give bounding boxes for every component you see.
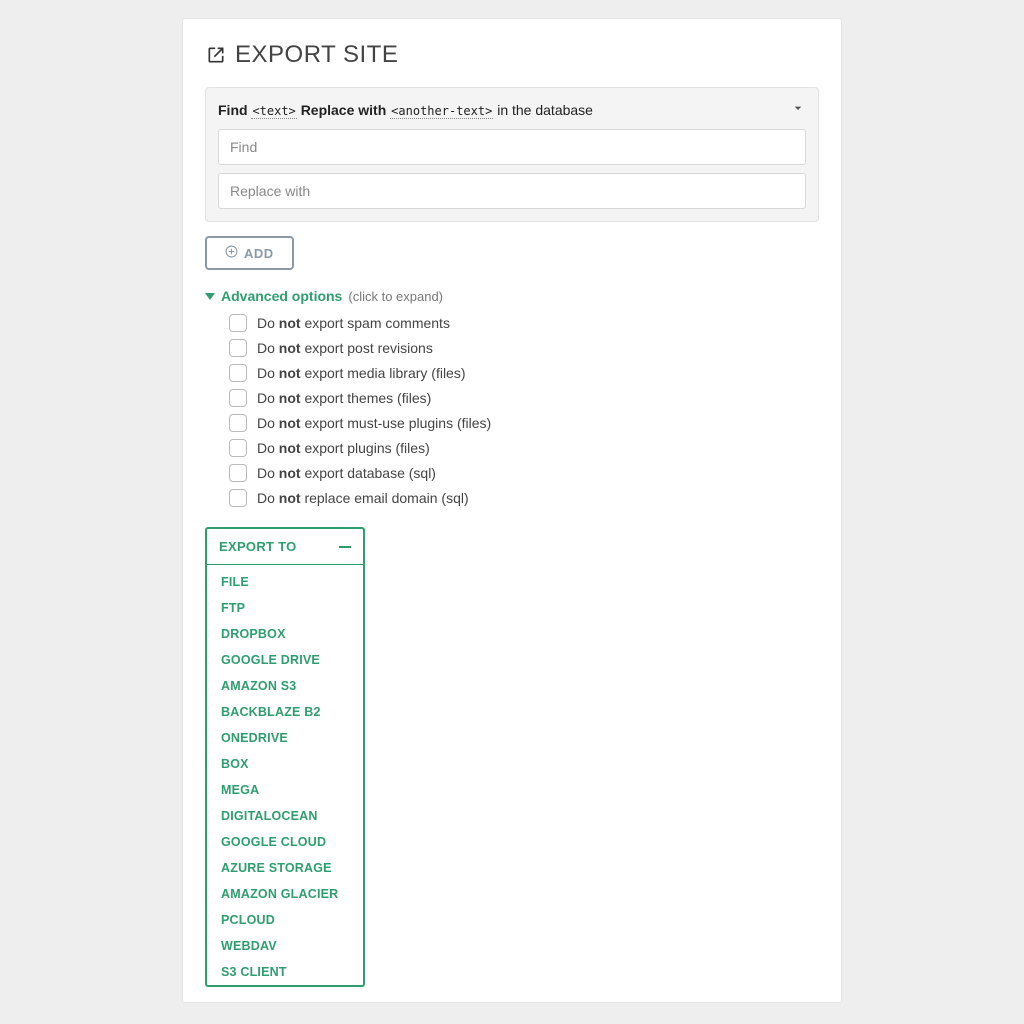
advanced-option: Do not export themes (files) <box>229 389 819 407</box>
export-destination[interactable]: FILE <box>207 569 363 595</box>
export-to-header[interactable]: EXPORT TO <box>207 529 363 565</box>
plus-circle-icon <box>225 245 238 261</box>
advanced-options-list: Do not export spam comments Do not export… <box>229 314 819 507</box>
export-destination[interactable]: MEGA <box>207 777 363 803</box>
option-label: Do not export plugins (files) <box>257 440 430 456</box>
advanced-option: Do not export plugins (files) <box>229 439 819 457</box>
replace-input[interactable] <box>218 173 806 209</box>
checkbox[interactable] <box>229 339 247 357</box>
export-to-panel: EXPORT TO FILEFTPDROPBOXGOOGLE DRIVEAMAZ… <box>205 527 365 987</box>
page-title-row: EXPORT SITE <box>205 41 819 69</box>
chevron-down-icon[interactable] <box>790 100 806 119</box>
export-destination[interactable]: PCLOUD <box>207 907 363 933</box>
export-destination[interactable]: BACKBLAZE B2 <box>207 699 363 725</box>
export-destination[interactable]: ONEDRIVE <box>207 725 363 751</box>
minus-icon <box>339 546 351 548</box>
export-to-heading: EXPORT TO <box>219 539 297 554</box>
checkbox[interactable] <box>229 439 247 457</box>
find-replace-label: Find <text> Replace with <another-text> … <box>218 102 593 118</box>
page-title: EXPORT SITE <box>235 41 398 69</box>
export-destination[interactable]: S3 CLIENT <box>207 959 363 985</box>
checkbox[interactable] <box>229 414 247 432</box>
export-destination[interactable]: AMAZON GLACIER <box>207 881 363 907</box>
export-icon <box>205 45 227 65</box>
advanced-option: Do not export must-use plugins (files) <box>229 414 819 432</box>
advanced-option: Do not export database (sql) <box>229 464 819 482</box>
option-label: Do not export spam comments <box>257 315 450 331</box>
advanced-options-hint: (click to expand) <box>348 289 443 304</box>
checkbox[interactable] <box>229 389 247 407</box>
export-destination[interactable]: WEBDAV <box>207 933 363 959</box>
export-destination[interactable]: BOX <box>207 751 363 777</box>
export-destination[interactable]: AMAZON S3 <box>207 673 363 699</box>
export-destination[interactable]: DROPBOX <box>207 621 363 647</box>
find-replace-box: Find <text> Replace with <another-text> … <box>205 87 819 222</box>
export-destination[interactable]: FTP <box>207 595 363 621</box>
checkbox[interactable] <box>229 364 247 382</box>
option-label: Do not replace email domain (sql) <box>257 490 469 506</box>
option-label: Do not export themes (files) <box>257 390 431 406</box>
export-destination[interactable]: DIGITALOCEAN <box>207 803 363 829</box>
advanced-option: Do not replace email domain (sql) <box>229 489 819 507</box>
checkbox[interactable] <box>229 314 247 332</box>
export-site-panel: EXPORT SITE Find <text> Replace with <an… <box>182 18 842 1003</box>
advanced-option: Do not export spam comments <box>229 314 819 332</box>
advanced-options-heading: Advanced options <box>221 288 342 304</box>
find-input[interactable] <box>218 129 806 165</box>
export-destination[interactable]: AZURE STORAGE <box>207 855 363 881</box>
checkbox[interactable] <box>229 464 247 482</box>
triangle-down-icon <box>205 293 215 300</box>
add-button-label: ADD <box>244 246 274 261</box>
checkbox[interactable] <box>229 489 247 507</box>
export-to-items: FILEFTPDROPBOXGOOGLE DRIVEAMAZON S3BACKB… <box>207 565 363 985</box>
advanced-options-toggle[interactable]: Advanced options (click to expand) <box>205 288 819 304</box>
advanced-option: Do not export post revisions <box>229 339 819 357</box>
option-label: Do not export media library (files) <box>257 365 466 381</box>
add-button[interactable]: ADD <box>205 236 294 270</box>
find-replace-header[interactable]: Find <text> Replace with <another-text> … <box>218 100 806 119</box>
option-label: Do not export database (sql) <box>257 465 436 481</box>
export-destination[interactable]: GOOGLE CLOUD <box>207 829 363 855</box>
advanced-option: Do not export media library (files) <box>229 364 819 382</box>
option-label: Do not export must-use plugins (files) <box>257 415 491 431</box>
export-destination[interactable]: GOOGLE DRIVE <box>207 647 363 673</box>
option-label: Do not export post revisions <box>257 340 433 356</box>
